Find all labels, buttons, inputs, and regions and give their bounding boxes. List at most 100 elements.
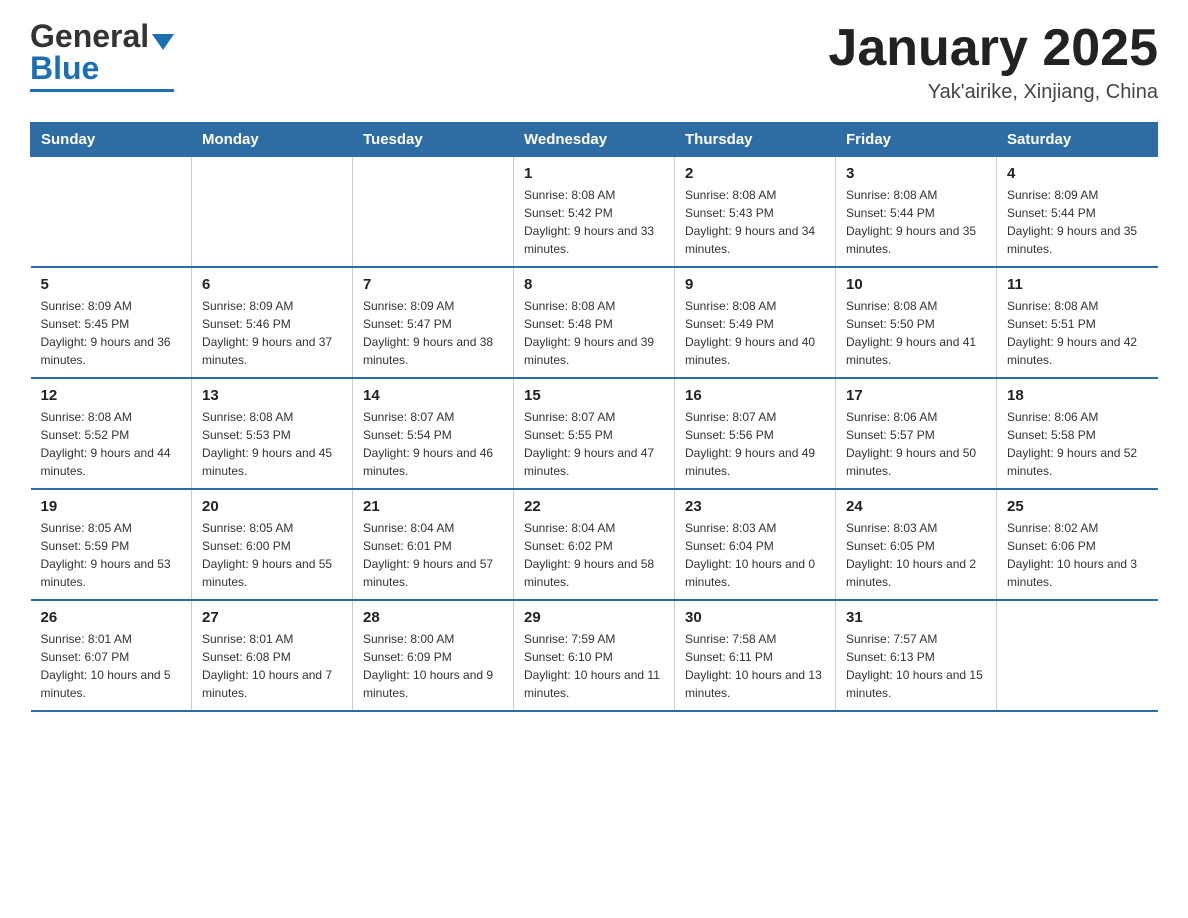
title-block: January 2025 Yak'airike, Xinjiang, China bbox=[828, 20, 1158, 104]
day-info: Sunrise: 8:02 AMSunset: 6:06 PMDaylight:… bbox=[1007, 519, 1148, 591]
calendar-subtitle: Yak'airike, Xinjiang, China bbox=[828, 81, 1158, 104]
day-info: Sunrise: 8:09 AMSunset: 5:45 PMDaylight:… bbox=[41, 297, 182, 369]
day-info: Sunrise: 8:01 AMSunset: 6:08 PMDaylight:… bbox=[202, 630, 342, 702]
table-row: 23Sunrise: 8:03 AMSunset: 6:04 PMDayligh… bbox=[675, 489, 836, 600]
day-number: 10 bbox=[846, 276, 986, 293]
day-info: Sunrise: 8:07 AMSunset: 5:56 PMDaylight:… bbox=[685, 408, 825, 480]
day-number: 18 bbox=[1007, 387, 1148, 404]
table-row: 31 Sunrise: 7:57 AMSunset: 6:13 PMDayligh… bbox=[836, 600, 997, 711]
day-number: 6 bbox=[202, 276, 342, 293]
day-info: Sunrise: 8:08 AMSunset: 5:42 PMDaylight:… bbox=[524, 186, 664, 258]
day-info: Sunrise: 8:08 AMSunset: 5:44 PMDaylight:… bbox=[846, 186, 986, 258]
table-row: 11 Sunrise: 8:08 AMSunset: 5:51 PMDayligh… bbox=[997, 267, 1158, 378]
table-row: 20 Sunrise: 8:05 AMSunset: 6:00 PMDayligh… bbox=[192, 489, 353, 600]
day-info: Sunrise: 8:09 AMSunset: 5:47 PMDaylight:… bbox=[363, 297, 503, 369]
day-info: Sunrise: 8:06 AMSunset: 5:57 PMDaylight:… bbox=[846, 408, 986, 480]
table-row: 7 Sunrise: 8:09 AMSunset: 5:47 PMDaylight… bbox=[353, 267, 514, 378]
day-info: Sunrise: 8:06 AMSunset: 5:58 PMDaylight:… bbox=[1007, 408, 1148, 480]
day-info: Sunrise: 8:09 AMSunset: 5:46 PMDaylight:… bbox=[202, 297, 342, 369]
table-row: 19 Sunrise: 8:05 AMSunset: 5:59 PMDayligh… bbox=[31, 489, 192, 600]
day-number: 31 bbox=[846, 609, 986, 626]
logo-triangle-icon bbox=[152, 34, 174, 50]
day-info: Sunrise: 8:03 AMSunset: 6:05 PMDaylight:… bbox=[846, 519, 986, 591]
calendar-table: Sunday Monday Tuesday Wednesday Thursday… bbox=[30, 122, 1158, 712]
table-row: 18 Sunrise: 8:06 AMSunset: 5:58 PMDayligh… bbox=[997, 378, 1158, 489]
day-number: 19 bbox=[41, 498, 182, 515]
day-number: 27 bbox=[202, 609, 342, 626]
day-number: 1 bbox=[524, 165, 664, 182]
day-number: 11 bbox=[1007, 276, 1148, 293]
day-number: 25 bbox=[1007, 498, 1148, 515]
calendar-header-row: Sunday Monday Tuesday Wednesday Thursday… bbox=[31, 123, 1158, 157]
day-info: Sunrise: 8:01 AMSunset: 6:07 PMDaylight:… bbox=[41, 630, 182, 702]
col-sunday: Sunday bbox=[31, 123, 192, 157]
table-row: 17 Sunrise: 8:06 AMSunset: 5:57 PMDayligh… bbox=[836, 378, 997, 489]
calendar-row: 26 Sunrise: 8:01 AMSunset: 6:07 PMDayligh… bbox=[31, 600, 1158, 711]
day-number: 14 bbox=[363, 387, 503, 404]
table-row: 24 Sunrise: 8:03 AMSunset: 6:05 PMDayligh… bbox=[836, 489, 997, 600]
table-row: 10 Sunrise: 8:08 AMSunset: 5:50 PMDayligh… bbox=[836, 267, 997, 378]
day-info: Sunrise: 7:59 AMSunset: 6:10 PMDaylight:… bbox=[524, 630, 664, 702]
day-number: 7 bbox=[363, 276, 503, 293]
table-row: 27 Sunrise: 8:01 AMSunset: 6:08 PMDayligh… bbox=[192, 600, 353, 711]
day-info: Sunrise: 8:09 AMSunset: 5:44 PMDaylight:… bbox=[1007, 186, 1148, 258]
day-info: Sunrise: 8:04 AMSunset: 6:01 PMDaylight:… bbox=[363, 519, 503, 591]
day-info: Sunrise: 7:58 AMSunset: 6:11 PMDaylight:… bbox=[685, 630, 825, 702]
day-number: 9 bbox=[685, 276, 825, 293]
col-monday: Monday bbox=[192, 123, 353, 157]
table-row: 16 Sunrise: 8:07 AMSunset: 5:56 PMDayligh… bbox=[675, 378, 836, 489]
logo: General Blue bbox=[30, 20, 174, 92]
col-saturday: Saturday bbox=[997, 123, 1158, 157]
day-number: 8 bbox=[524, 276, 664, 293]
table-row: 29Sunrise: 7:59 AMSunset: 6:10 PMDayligh… bbox=[514, 600, 675, 711]
day-number: 17 bbox=[846, 387, 986, 404]
day-info: Sunrise: 8:05 AMSunset: 6:00 PMDaylight:… bbox=[202, 519, 342, 591]
table-row: 5 Sunrise: 8:09 AMSunset: 5:45 PMDaylight… bbox=[31, 267, 192, 378]
table-row: 30Sunrise: 7:58 AMSunset: 6:11 PMDayligh… bbox=[675, 600, 836, 711]
day-info: Sunrise: 8:07 AMSunset: 5:55 PMDaylight:… bbox=[524, 408, 664, 480]
logo-underline bbox=[30, 89, 174, 92]
col-thursday: Thursday bbox=[675, 123, 836, 157]
day-info: Sunrise: 8:08 AMSunset: 5:48 PMDaylight:… bbox=[524, 297, 664, 369]
table-row: 21 Sunrise: 8:04 AMSunset: 6:01 PMDayligh… bbox=[353, 489, 514, 600]
table-row: 2Sunrise: 8:08 AMSunset: 5:43 PMDaylight… bbox=[675, 157, 836, 268]
col-tuesday: Tuesday bbox=[353, 123, 514, 157]
day-number: 15 bbox=[524, 387, 664, 404]
calendar-title: January 2025 bbox=[828, 20, 1158, 77]
table-row: 3 Sunrise: 8:08 AMSunset: 5:44 PMDaylight… bbox=[836, 157, 997, 268]
day-number: 21 bbox=[363, 498, 503, 515]
day-info: Sunrise: 8:08 AMSunset: 5:51 PMDaylight:… bbox=[1007, 297, 1148, 369]
col-wednesday: Wednesday bbox=[514, 123, 675, 157]
day-info: Sunrise: 8:08 AMSunset: 5:50 PMDaylight:… bbox=[846, 297, 986, 369]
day-number: 24 bbox=[846, 498, 986, 515]
day-number: 13 bbox=[202, 387, 342, 404]
table-row: 22 Sunrise: 8:04 AMSunset: 6:02 PMDayligh… bbox=[514, 489, 675, 600]
table-row: 25 Sunrise: 8:02 AMSunset: 6:06 PMDayligh… bbox=[997, 489, 1158, 600]
day-info: Sunrise: 8:04 AMSunset: 6:02 PMDaylight:… bbox=[524, 519, 664, 591]
day-number: 5 bbox=[41, 276, 182, 293]
day-number: 28 bbox=[363, 609, 503, 626]
day-number: 16 bbox=[685, 387, 825, 404]
day-info: Sunrise: 8:08 AMSunset: 5:53 PMDaylight:… bbox=[202, 408, 342, 480]
day-info: Sunrise: 7:57 AMSunset: 6:13 PMDaylight:… bbox=[846, 630, 986, 702]
table-row bbox=[192, 157, 353, 268]
calendar-row: 1 Sunrise: 8:08 AMSunset: 5:42 PMDaylight… bbox=[31, 157, 1158, 268]
day-number: 20 bbox=[202, 498, 342, 515]
day-info: Sunrise: 8:08 AMSunset: 5:52 PMDaylight:… bbox=[41, 408, 182, 480]
calendar-row: 19 Sunrise: 8:05 AMSunset: 5:59 PMDayligh… bbox=[31, 489, 1158, 600]
table-row bbox=[997, 600, 1158, 711]
calendar-row: 5 Sunrise: 8:09 AMSunset: 5:45 PMDaylight… bbox=[31, 267, 1158, 378]
table-row: 9Sunrise: 8:08 AMSunset: 5:49 PMDaylight… bbox=[675, 267, 836, 378]
day-number: 26 bbox=[41, 609, 182, 626]
table-row: 15 Sunrise: 8:07 AMSunset: 5:55 PMDayligh… bbox=[514, 378, 675, 489]
table-row bbox=[31, 157, 192, 268]
day-number: 22 bbox=[524, 498, 664, 515]
table-row: 1 Sunrise: 8:08 AMSunset: 5:42 PMDaylight… bbox=[514, 157, 675, 268]
day-info: Sunrise: 8:05 AMSunset: 5:59 PMDaylight:… bbox=[41, 519, 182, 591]
page-header: General Blue January 2025 Yak'airike, Xi… bbox=[30, 20, 1158, 104]
table-row: 26 Sunrise: 8:01 AMSunset: 6:07 PMDayligh… bbox=[31, 600, 192, 711]
day-number: 2 bbox=[685, 165, 825, 182]
table-row: 14 Sunrise: 8:07 AMSunset: 5:54 PMDayligh… bbox=[353, 378, 514, 489]
day-info: Sunrise: 8:07 AMSunset: 5:54 PMDaylight:… bbox=[363, 408, 503, 480]
day-number: 3 bbox=[846, 165, 986, 182]
